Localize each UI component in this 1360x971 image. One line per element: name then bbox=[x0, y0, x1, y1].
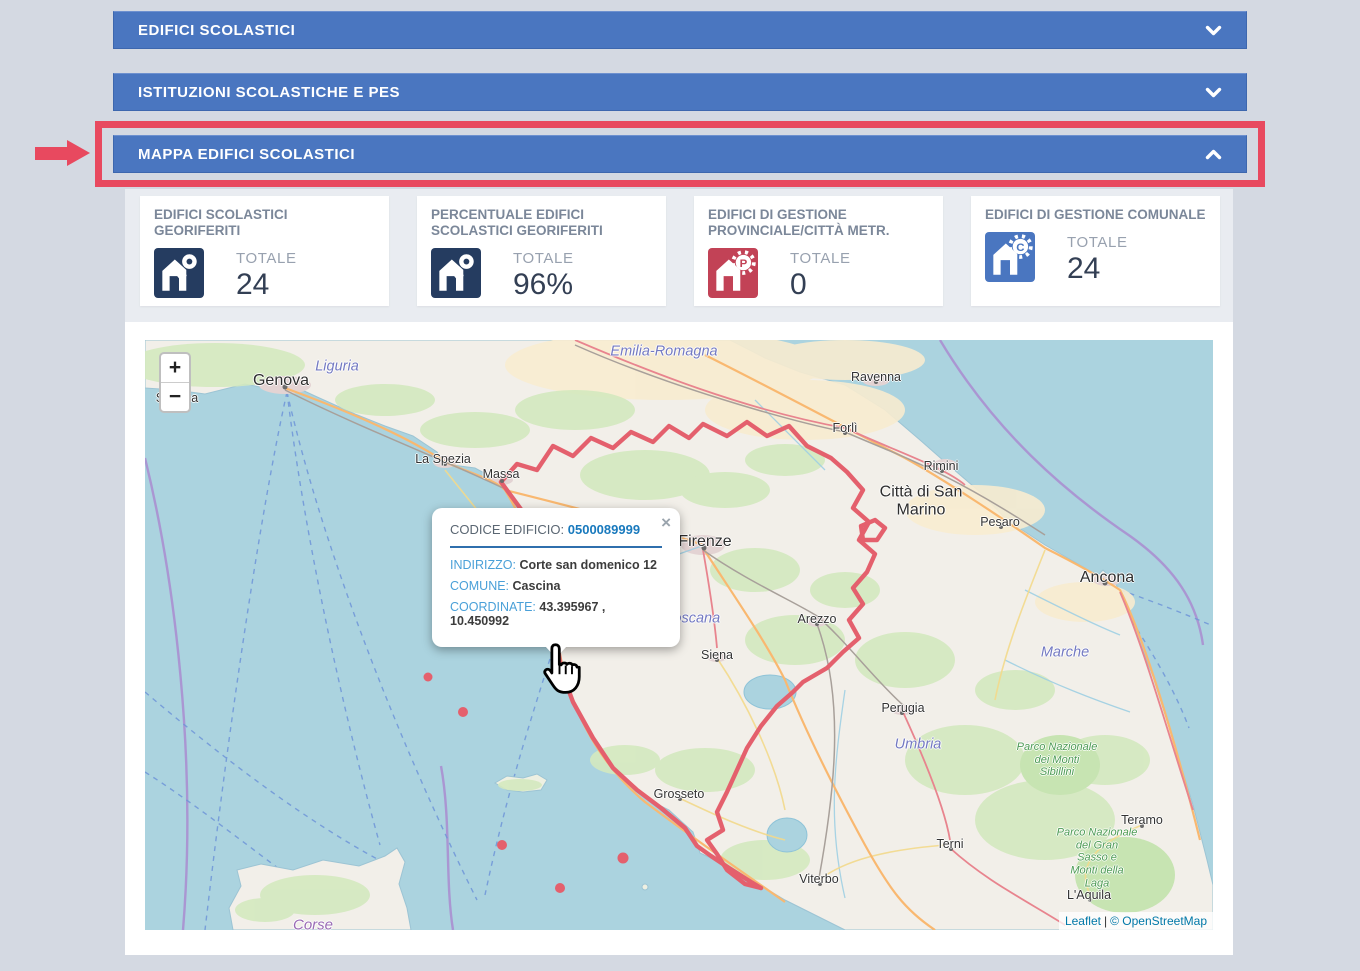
stat-card-comunale: EDIFICI DI GESTIONE COMUNALE C TOTALE 24 bbox=[971, 196, 1220, 306]
total-value: 24 bbox=[1067, 252, 1128, 286]
gear-letter: P bbox=[740, 258, 748, 270]
total-label: TOTALE bbox=[790, 250, 851, 267]
indirizzo-label: INDIRIZZO: bbox=[450, 558, 516, 572]
chevron-down-icon[interactable] bbox=[1205, 87, 1222, 98]
stat-card-percentuale: PERCENTUALE EDIFICI SCOLASTICI GEORIFERI… bbox=[417, 196, 666, 306]
codice-label: CODICE EDIFICIO: bbox=[450, 522, 564, 537]
stat-title: EDIFICI DI GESTIONE COMUNALE bbox=[985, 207, 1206, 223]
total-value: 96% bbox=[513, 268, 574, 302]
accordion-istituzioni-scolastiche[interactable]: ISTITUZIONI SCOLASTICHE E PES bbox=[113, 73, 1247, 111]
leaflet-link[interactable]: Leaflet bbox=[1065, 914, 1101, 928]
map-panel: GenovaLiguriaSavonaEmilia-RomagnaRavenna… bbox=[125, 322, 1233, 955]
chevron-up-icon[interactable] bbox=[1205, 149, 1222, 160]
stat-card-georiferiti: EDIFICI SCOLASTICI GEORIFERITI TOTALE 24 bbox=[140, 196, 389, 306]
total-value: 24 bbox=[236, 268, 297, 302]
stat-title: EDIFICI SCOLASTICI GEORIFERITI bbox=[154, 207, 375, 239]
stat-title: EDIFICI DI GESTIONE PROVINCIALE/CITTÀ ME… bbox=[708, 207, 929, 239]
popup-divider bbox=[450, 546, 662, 548]
total-value: 0 bbox=[790, 268, 851, 302]
total-label: TOTALE bbox=[236, 250, 297, 267]
coordinate-label: COORDINATE: bbox=[450, 600, 536, 614]
indirizzo-value: Corte san domenico 12 bbox=[519, 558, 657, 572]
annotation-arrow-icon bbox=[35, 140, 91, 167]
total-label: TOTALE bbox=[1067, 234, 1128, 251]
attribution-separator: | bbox=[1104, 914, 1107, 928]
leaflet-map[interactable]: GenovaLiguriaSavonaEmilia-RomagnaRavenna… bbox=[145, 340, 1213, 930]
stat-card-provinciale: EDIFICI DI GESTIONE PROVINCIALE/CITTÀ ME… bbox=[694, 196, 943, 306]
panel-title: ISTITUZIONI SCOLASTICHE E PES bbox=[138, 84, 400, 101]
popup-close-icon[interactable]: × bbox=[661, 513, 671, 533]
building-gear-icon: P bbox=[708, 248, 758, 298]
panel-title: EDIFICI SCOLASTICI bbox=[138, 22, 295, 39]
gear-letter: C bbox=[1016, 242, 1024, 254]
zoom-in-button[interactable]: + bbox=[161, 354, 189, 383]
openstreetmap-link[interactable]: © OpenStreetMap bbox=[1110, 914, 1207, 928]
codice-value-link[interactable]: 0500089999 bbox=[568, 522, 640, 537]
building-gear-icon: C bbox=[985, 232, 1035, 282]
building-geopin-icon bbox=[431, 248, 481, 298]
total-label: TOTALE bbox=[513, 250, 574, 267]
building-geopin-icon bbox=[154, 248, 204, 298]
popup-tail bbox=[545, 646, 567, 658]
comune-value: Cascina bbox=[513, 579, 561, 593]
accordion-mappa-edifici[interactable]: MAPPA EDIFICI SCOLASTICI bbox=[113, 135, 1247, 173]
building-popup: × CODICE EDIFICIO: 0500089999 INDIRIZZO:… bbox=[432, 508, 680, 647]
panel-title: MAPPA EDIFICI SCOLASTICI bbox=[138, 146, 355, 163]
chevron-down-icon[interactable] bbox=[1205, 25, 1222, 36]
dashboard-page: EDIFICI SCOLASTICI ISTITUZIONI SCOLASTIC… bbox=[0, 0, 1360, 971]
comune-label: COMUNE: bbox=[450, 579, 509, 593]
zoom-out-button[interactable]: − bbox=[161, 383, 189, 411]
map-zoom-control: + − bbox=[159, 352, 191, 413]
map-attribution: Leaflet|© OpenStreetMap bbox=[1059, 912, 1213, 930]
stat-title: PERCENTUALE EDIFICI SCOLASTICI GEORIFERI… bbox=[431, 207, 652, 239]
accordion-edifici-scolastici[interactable]: EDIFICI SCOLASTICI bbox=[113, 11, 1247, 49]
